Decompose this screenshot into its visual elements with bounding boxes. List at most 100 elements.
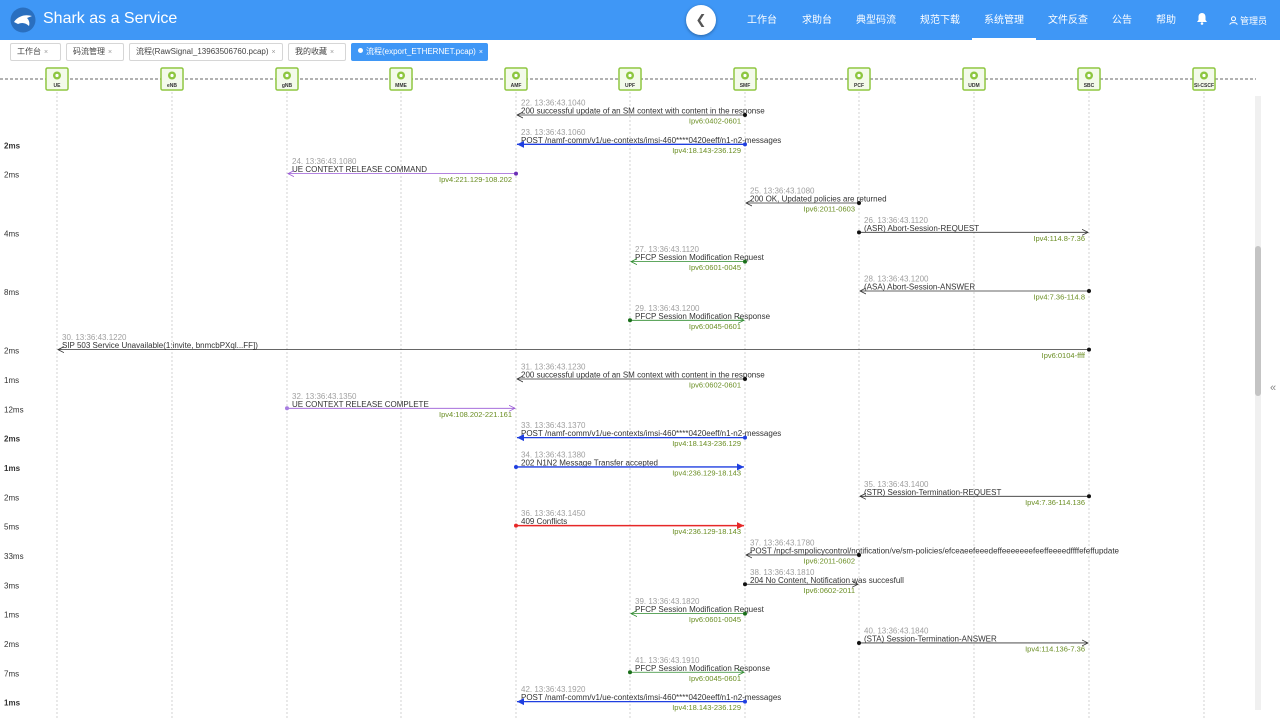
message-origin-dot: [857, 200, 861, 205]
message-origin-dot: [1087, 347, 1091, 352]
message-row[interactable]: 24. 13:36:43.1080UE CONTEXT RELEASE COMM…: [4, 157, 518, 184]
node-enb[interactable]: eNB: [160, 67, 184, 91]
node-ue[interactable]: UE: [45, 67, 69, 91]
tab-workbench[interactable]: 工作台 ×: [10, 43, 61, 61]
message-origin-dot: [857, 552, 861, 557]
node-upf[interactable]: UPF: [618, 67, 642, 91]
message-row[interactable]: 34. 13:36:43.1380202 N1N2 Message Transf…: [4, 450, 744, 477]
message-label: (ASR) Abort-Session-REQUEST: [864, 224, 979, 233]
app-title[interactable]: Shark as a Service: [43, 10, 177, 28]
message-ip: Ipv6:2011-0603: [803, 204, 855, 213]
nav-spec-download[interactable]: 规范下载: [914, 0, 966, 40]
nav-announcements[interactable]: 公告: [1106, 0, 1138, 40]
tab-label: 流程(RawSignal_13963506760.pcap): [136, 47, 269, 56]
nav-help-desk[interactable]: 求助台: [796, 0, 838, 40]
message-row[interactable]: 22. 13:36:43.1040200 successful update o…: [517, 99, 765, 126]
message-origin-dot: [514, 464, 518, 469]
nav-help[interactable]: 帮助: [1150, 0, 1182, 40]
tab-favorites[interactable]: 我的收藏 ×: [288, 43, 346, 61]
message-label: (ASA) Abort-Session-ANSWER: [864, 282, 975, 291]
message-row[interactable]: 42. 13:36:43.1920POST /namf-comm/v1/ue-c…: [4, 685, 781, 712]
message-origin-dot: [857, 640, 861, 645]
nav-system-management[interactable]: 系统管理: [972, 0, 1036, 40]
message-row[interactable]: 32. 13:36:43.1350UE CONTEXT RELEASE COMP…: [4, 392, 515, 419]
message-ip: Ipv6:0104-ffff: [1042, 351, 1086, 360]
message-ip: Ipv4:18.143-236.129: [672, 439, 741, 448]
message-row[interactable]: 25. 13:36:43.1080200 OK, Updated policie…: [746, 186, 887, 213]
message-duration: 1ms: [4, 464, 21, 473]
user-menu[interactable]: 管理员: [1229, 0, 1267, 40]
scrollbar-thumb[interactable]: [1255, 246, 1261, 396]
close-icon[interactable]: ×: [108, 49, 112, 56]
message-row[interactable]: 36. 13:36:43.1450409 ConflictsIpv4:236.1…: [4, 509, 744, 536]
tab-flow-rawsignal[interactable]: 流程(RawSignal_13963506760.pcap) ×: [129, 43, 283, 61]
message-row[interactable]: 37. 13:36:43.1780POST /npcf-smpolicycont…: [4, 538, 1120, 565]
message-ip: Ipv6:0602-2011: [803, 586, 855, 595]
tab-label: 工作台: [17, 47, 41, 56]
message-ip: Ipv4:114.8-7.36: [1033, 234, 1085, 243]
node-label: gNB: [282, 83, 293, 89]
node-smf[interactable]: SMF: [733, 67, 757, 91]
network-element-icon-core: [1202, 73, 1206, 78]
node-amf[interactable]: AMF: [504, 67, 528, 91]
message-ip: Ipv4:108.202-221.161: [439, 410, 512, 419]
nav-workbench[interactable]: 工作台: [740, 0, 784, 40]
message-row[interactable]: 28. 13:36:43.1200(ASA) Abort-Session-ANS…: [4, 274, 1091, 301]
message-row[interactable]: 31. 13:36:43.1230200 successful update o…: [4, 362, 765, 389]
node-si-cscf[interactable]: SI-CSCF: [1192, 67, 1216, 91]
chevron-left-icon[interactable]: ❮: [686, 5, 716, 35]
message-duration: 7ms: [4, 669, 19, 678]
node-label: UPF: [625, 83, 635, 89]
message-row[interactable]: 38. 13:36:43.1810204 No Content, Notific…: [4, 568, 904, 595]
message-origin-dot: [743, 142, 747, 147]
message-duration: 1ms: [4, 611, 19, 620]
node-sbc[interactable]: SBC: [1077, 67, 1101, 91]
message-ip: Ipv6:0601-0045: [689, 263, 741, 272]
user-icon: [1229, 16, 1238, 25]
tab-stream-management[interactable]: 码流管理 ×: [66, 43, 124, 61]
message-row[interactable]: 33. 13:36:43.1370POST /namf-comm/v1/ue-c…: [4, 421, 781, 448]
node-label: MME: [395, 83, 407, 89]
message-ip: Ipv4:18.143-236.129: [672, 703, 741, 712]
message-label: 200 successful update of an SM context w…: [521, 107, 765, 116]
message-ip: Ipv4:221.129-108.202: [439, 175, 512, 184]
message-ip: Ipv6:0602-0601: [689, 380, 741, 389]
shark-logo-icon[interactable]: [10, 7, 36, 33]
message-label: POST /namf-comm/v1/ue-contexts/imsi-460*…: [521, 429, 781, 438]
network-element-icon-core: [743, 73, 747, 78]
double-chevron-left-icon[interactable]: «: [1270, 382, 1276, 394]
message-label: (STA) Session-Termination-ANSWER: [864, 634, 997, 643]
network-element-icon-core: [55, 73, 59, 78]
close-icon[interactable]: ×: [330, 49, 334, 56]
message-row[interactable]: 23. 13:36:43.1060POST /namf-comm/v1/ue-c…: [4, 128, 781, 155]
node-pcf[interactable]: PCF: [847, 67, 871, 91]
message-label: UE CONTEXT RELEASE COMPLETE: [292, 400, 429, 409]
message-ip: Ipv6:0402-0601: [689, 117, 741, 126]
message-row[interactable]: 35. 13:36:43.1400(STR) Session-Terminati…: [4, 480, 1091, 507]
message-row[interactable]: 39. 13:36:43.1820PFCP Session Modificati…: [4, 597, 765, 624]
message-row[interactable]: 26. 13:36:43.1120(ASR) Abort-Session-REQ…: [4, 216, 1088, 243]
nav-file-lookup[interactable]: 文件反查: [1042, 0, 1094, 40]
message-row[interactable]: 41. 13:36:43.1910PFCP Session Modificati…: [4, 656, 771, 683]
tab-flow-export-ethernet[interactable]: 流程(export_ETHERNET.pcap) ×: [351, 43, 488, 61]
message-duration: 2ms: [4, 640, 19, 649]
message-origin-dot: [743, 699, 747, 704]
nav-typical-streams[interactable]: 典型码流: [850, 0, 902, 40]
bell-icon[interactable]: [1196, 12, 1208, 25]
node-udm[interactable]: UDM: [962, 67, 986, 91]
message-duration: 1ms: [4, 699, 21, 708]
close-icon[interactable]: ×: [44, 49, 48, 56]
message-row[interactable]: 29. 13:36:43.1200PFCP Session Modificati…: [628, 304, 771, 331]
message-label: 204 No Content, Notification was succesf…: [750, 576, 904, 585]
message-row[interactable]: 30. 13:36:43.1220SIP 503 Service Unavail…: [4, 333, 1091, 360]
message-row[interactable]: 40. 13:36:43.1840(STA) Session-Terminati…: [4, 626, 1088, 653]
message-label: PFCP Session Modification Response: [635, 664, 771, 673]
vertical-scrollbar[interactable]: [1255, 96, 1261, 710]
top-navigation-bar: Shark as a Service ❮ 工作台 求助台 典型码流 规范下载 系…: [0, 0, 1280, 40]
close-icon[interactable]: ×: [272, 49, 276, 56]
node-mme[interactable]: MME: [389, 67, 413, 91]
message-row[interactable]: 27. 13:36:43.1120PFCP Session Modificati…: [631, 245, 765, 272]
message-ip: Ipv6:2011-0602: [803, 556, 855, 565]
node-gnb[interactable]: gNB: [275, 67, 299, 91]
close-icon[interactable]: ×: [479, 49, 483, 56]
